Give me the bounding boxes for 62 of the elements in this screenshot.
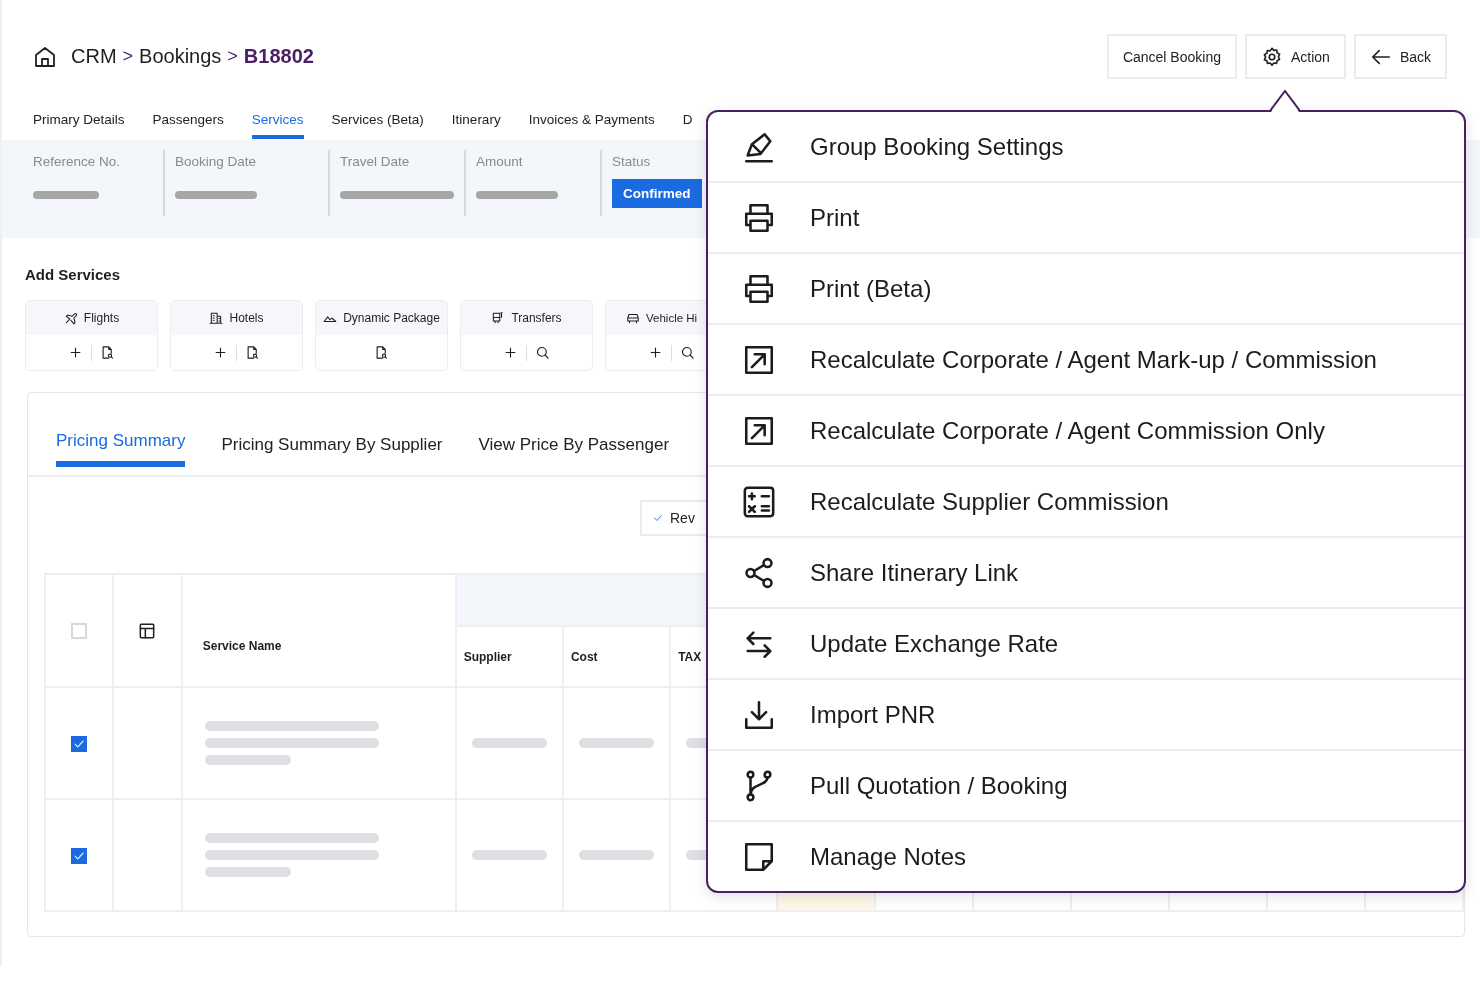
check-icon <box>652 512 664 524</box>
breadcrumb-separator: > <box>227 46 238 67</box>
menu-item[interactable]: Update Exchange Rate <box>708 609 1464 680</box>
menu-item[interactable]: Recalculate Corporate / Agent Commission Only <box>708 396 1464 467</box>
breadcrumb-link[interactable]: CRM <box>71 45 117 68</box>
service-label: Transfers <box>511 311 562 325</box>
service-label: Hotels <box>229 311 264 325</box>
skeleton-bar <box>33 191 99 199</box>
plus-icon[interactable] <box>68 345 83 360</box>
tab[interactable]: Pricing Summary By Supplier <box>221 431 443 471</box>
plus-icon[interactable] <box>213 345 228 360</box>
field-label: Reference No. <box>33 154 122 169</box>
section-title: Add Services <box>24 265 122 284</box>
tab[interactable]: Primary Details <box>33 103 125 139</box>
field-label: Travel Date <box>340 154 411 169</box>
breadcrumb-separator: > <box>122 46 134 67</box>
column-header: Service Name <box>181 574 456 687</box>
checkbox[interactable] <box>71 847 88 864</box>
header-button[interactable]: Back <box>1353 34 1447 79</box>
service-label: Dynamic Package <box>343 311 440 325</box>
tab[interactable]: Services (Beta) <box>331 103 424 139</box>
bus-icon <box>491 311 506 325</box>
menu-item[interactable]: Recalculate Supplier Commission <box>708 467 1464 538</box>
tab[interactable]: Invoices & Payments <box>528 103 655 139</box>
checkbox[interactable] <box>71 735 88 752</box>
column-header: Supplier <box>455 626 563 687</box>
menu-item[interactable]: Pull Quotation / Booking <box>708 751 1464 822</box>
breadcrumb-link[interactable]: Bookings <box>139 45 222 68</box>
tab[interactable]: View Price By Passenger <box>478 431 670 471</box>
menu-item[interactable]: Import PNR <box>708 680 1464 751</box>
car-icon <box>626 311 640 325</box>
tab[interactable]: Passengers <box>152 103 224 139</box>
calculator-icon <box>742 484 776 519</box>
plus-icon[interactable] <box>503 345 518 360</box>
document-search-icon[interactable] <box>374 345 389 360</box>
search-icon[interactable] <box>680 345 695 360</box>
header-button[interactable]: Cancel Booking <box>1106 34 1237 79</box>
plane-icon <box>63 311 78 325</box>
menu-item[interactable]: Group Booking Settings <box>708 112 1464 183</box>
plus-icon[interactable] <box>648 345 663 360</box>
tab[interactable]: Itinerary <box>451 103 501 139</box>
status-badge: Confirmed <box>612 179 702 208</box>
menu-item[interactable]: Print <box>708 183 1464 254</box>
document-search-icon[interactable] <box>245 345 260 360</box>
field-label: Status <box>612 154 652 169</box>
document-search-icon[interactable] <box>100 345 115 360</box>
building-icon <box>209 311 224 325</box>
menu-item[interactable]: Manage Notes <box>708 822 1464 891</box>
tab[interactable]: Pricing Summary <box>56 427 186 467</box>
header-button[interactable]: Action <box>1244 34 1346 79</box>
field-label: Amount <box>476 154 524 169</box>
home-icon <box>33 44 57 69</box>
search-icon[interactable] <box>535 345 550 360</box>
tab[interactable]: D <box>682 103 693 139</box>
column-header: Cost <box>562 626 671 687</box>
service-label: Vehicle Hi <box>646 312 698 324</box>
share-icon <box>742 555 776 590</box>
menu-item[interactable]: Recalculate Corporate / Agent Mark-up / Commission <box>708 325 1464 396</box>
service-label: Flights <box>83 311 120 325</box>
menu-item[interactable]: Share Itinerary Link <box>708 538 1464 609</box>
menu-item[interactable]: Print (Beta) <box>708 254 1464 325</box>
field-label: Booking Date <box>175 154 258 169</box>
